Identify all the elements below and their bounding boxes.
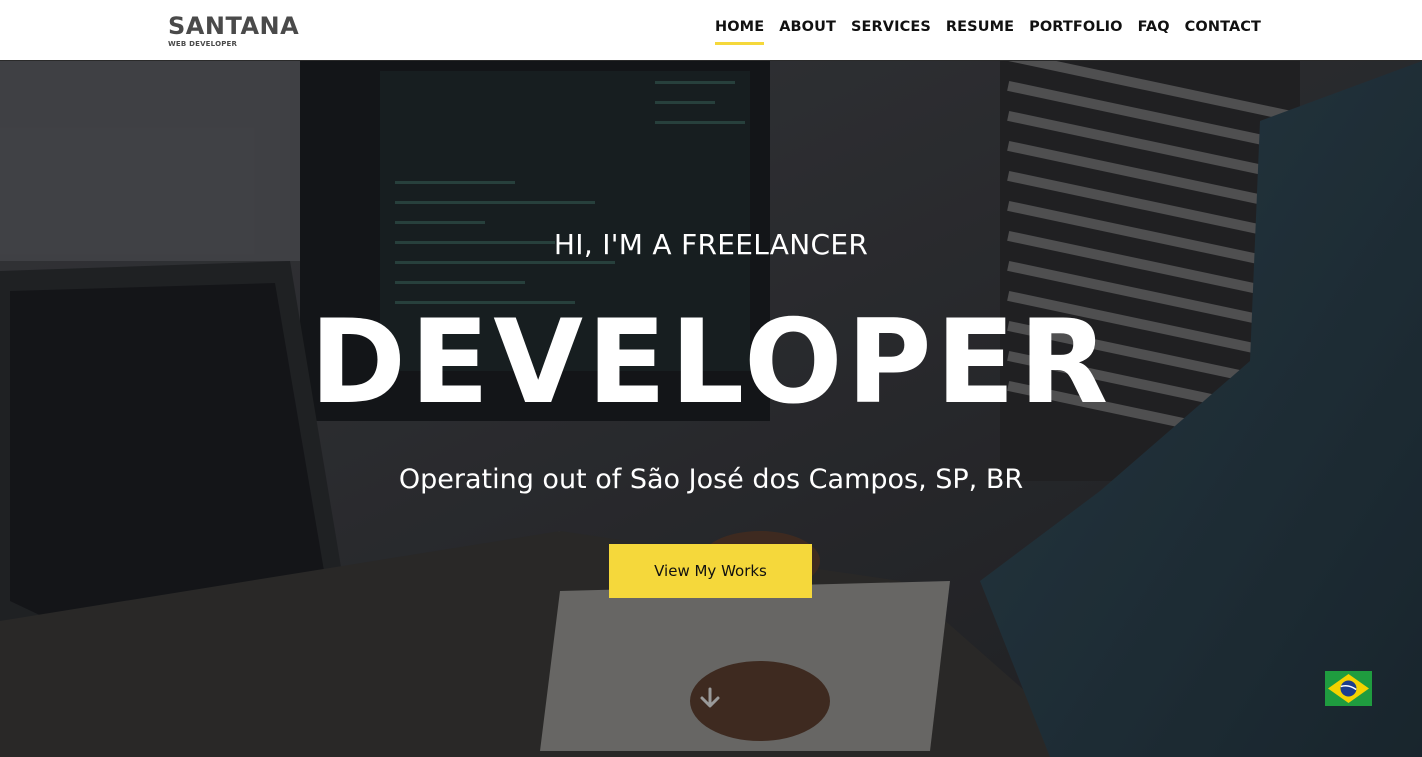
site-header: SANTANA WEB DEVELOPER HOME ABOUT SERVICE… xyxy=(0,0,1422,61)
nav-item-portfolio[interactable]: PORTFOLIO xyxy=(1029,18,1122,45)
nav-item-faq[interactable]: FAQ xyxy=(1138,18,1170,45)
logo-tagline: WEB DEVELOPER xyxy=(168,40,238,48)
nav-item-services[interactable]: SERVICES xyxy=(851,18,931,45)
nav-item-about[interactable]: ABOUT xyxy=(779,18,836,45)
nav-item-home[interactable]: HOME xyxy=(715,18,765,45)
hero-greeting: HI, I'M A FREELANCER xyxy=(553,228,869,261)
nav-item-contact[interactable]: CONTACT xyxy=(1185,18,1261,45)
arrow-down-icon[interactable] xyxy=(699,687,721,709)
logo-name: SANTANA xyxy=(168,12,300,40)
hero-location: Operating out of São José dos Campos, SP… xyxy=(398,464,1024,495)
hero-title: DEVELOPER xyxy=(309,295,1113,430)
view-my-works-button[interactable]: View My Works xyxy=(609,544,812,598)
nav-item-resume[interactable]: RESUME xyxy=(946,18,1014,45)
logo[interactable]: SANTANA WEB DEVELOPER xyxy=(168,13,299,48)
main-nav: HOME ABOUT SERVICES RESUME PORTFOLIO FAQ… xyxy=(700,18,1261,45)
brazil-flag-icon[interactable] xyxy=(1325,671,1372,706)
hero-section: HI, I'M A FREELANCER DEVELOPER Operating… xyxy=(0,61,1422,757)
